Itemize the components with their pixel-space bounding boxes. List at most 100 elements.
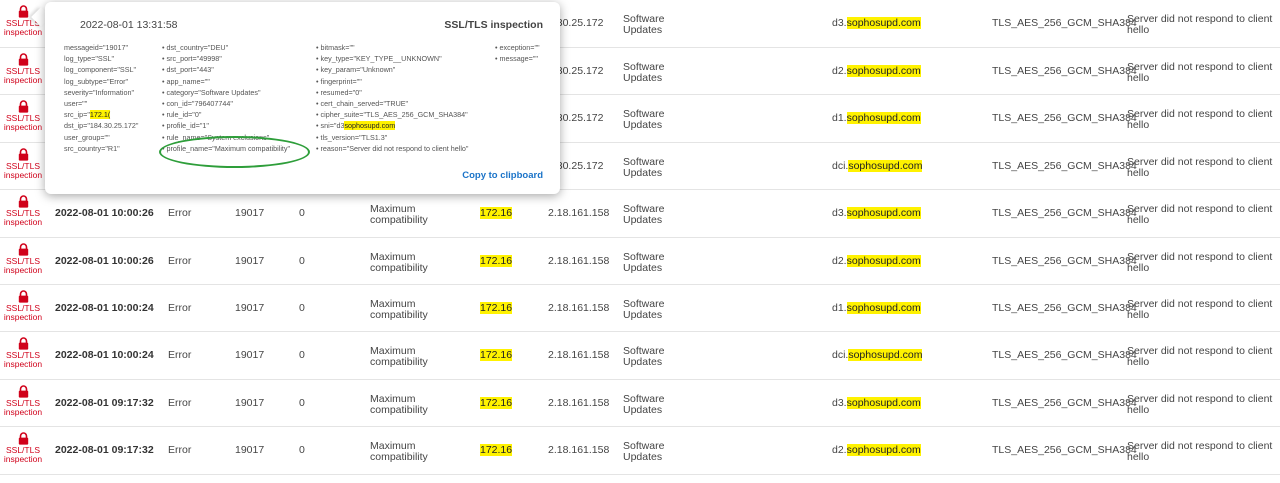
message-id-cell: 19017 [235, 301, 265, 314]
popup-field: dst_port="443" [162, 64, 290, 75]
popup-field-text: messageid="19017" [64, 43, 129, 52]
popup-field-text: app_name="" [166, 76, 210, 86]
log-type-cell: SSL/TLS inspection [0, 195, 46, 227]
time-cell: 2022-08-01 10:00:26 [55, 254, 154, 267]
sni-cell: d2.sophosupd.com [832, 444, 921, 457]
sni-domain: sophosupd.com [846, 207, 921, 220]
lock-icon [18, 290, 28, 303]
popup-title: SSL/TLS inspection [444, 19, 543, 31]
annotation-circle [159, 136, 310, 168]
sni-domain: sophosupd.com [848, 159, 923, 172]
table-row[interactable]: SSL/TLS inspection 2022-08-01 10:00:24 Erro… [0, 332, 1280, 380]
popup-field: sni="d3sophosupd.com [316, 120, 468, 131]
table-row[interactable]: SSL/TLS inspection 2022-08-01 09:17:32 Erro… [0, 380, 1280, 428]
log-type-sublabel: inspection [3, 75, 43, 85]
popup-field-text: fingerprint="" [320, 76, 362, 86]
popup-field-text: resumed="0" [320, 87, 362, 97]
lock-icon [18, 432, 28, 445]
source-ip-value: 172.16 [480, 396, 513, 409]
popup-column-3: bitmask="" key_type="KEY_TYPE__UNKNOWN"ke… [316, 42, 469, 154]
source-ip-cell: 172.16 [480, 207, 513, 220]
source-ip-cell: 172.16 [480, 301, 513, 314]
popup-field: reason="Server did not respond to client… [316, 143, 469, 154]
popup-field: dst_ip="184.30.25.172" [64, 120, 138, 131]
popup-field-text: log_type="SSL" [64, 54, 115, 64]
table-row[interactable]: SSL/TLS inspection 2022-08-01 09:17:32 Erro… [0, 427, 1280, 475]
log-type-cell: SSL/TLS inspection [0, 53, 46, 85]
popup-field: rule_id="0" [162, 109, 290, 120]
lock-icon [18, 100, 28, 113]
cipher-cell: TLS_AES_256_GCM_SHA384 [992, 301, 1137, 314]
log-type-cell: SSL/TLS inspection [0, 385, 46, 417]
sni-domain: sophosupd.com [846, 396, 921, 409]
rule-id-cell: 0 [299, 207, 305, 220]
popup-field-text: tls_version="TLS1.3" [320, 132, 388, 142]
reason-cell: Server did not respond to client hello [1127, 13, 1273, 36]
table-row[interactable]: SSL/TLS inspection 2022-08-01 10:00:24 Erro… [0, 285, 1280, 333]
log-type-sublabel: inspection [3, 406, 43, 417]
popup-field-text: key_type="KEY_TYPE__UNKNOWN" [320, 54, 442, 64]
popup-field: fingerprint="" [316, 76, 468, 87]
time-cell: 2022-08-01 09:17:32 [55, 444, 154, 457]
category-cell: Software Updates [623, 108, 665, 132]
copy-to-clipboard-button[interactable]: Copy to clipboard [462, 170, 543, 181]
popup-field-text: user="" [64, 99, 88, 109]
popup-field-text: severity="Information" [64, 87, 135, 97]
popup-field-text: category="Software Updates" [166, 87, 261, 97]
popup-column-4: exception="" message="" [495, 42, 540, 64]
category-cell: Software Updates [623, 155, 665, 179]
log-type-sublabel: inspection [3, 217, 43, 228]
category-cell: Software Updates [623, 345, 665, 369]
popup-field-text: exception="" [499, 43, 540, 52]
popup-field-text: rule_id="0" [166, 110, 202, 120]
log-type-sublabel: inspection [3, 264, 43, 275]
category-cell: Software Updates [623, 250, 665, 274]
message-id-cell: 19017 [235, 396, 265, 409]
popup-field: src_port="49998" [162, 53, 290, 64]
popup-field: severity="Information" [64, 87, 138, 98]
popup-field-text: log_component="SSL" [64, 65, 137, 75]
cipher-cell: TLS_AES_256_GCM_SHA384 [992, 254, 1137, 267]
time-cell: 2022-08-01 10:00:26 [55, 207, 154, 220]
source-ip-value: 172.16 [480, 254, 513, 267]
lock-icon [18, 195, 28, 208]
cipher-cell: TLS_AES_256_GCM_SHA384 [992, 207, 1137, 220]
rule-id-cell: 0 [299, 254, 305, 267]
sni-domain: sophosupd.com [846, 444, 921, 457]
table-row[interactable]: SSL/TLS inspection 2022-08-01 10:00:26 Erro… [0, 190, 1280, 238]
popup-field-text: sni="d3 [320, 121, 345, 131]
sni-prefix: d3. [832, 396, 847, 409]
sni-cell: d3.sophosupd.com [832, 17, 921, 29]
popup-field-text: user_group="" [64, 132, 110, 142]
popup-field-text: message="" [499, 54, 538, 64]
severity-cell: Error [168, 444, 192, 457]
severity-cell: Error [168, 349, 192, 362]
sni-cell: d2.sophosupd.com [832, 65, 921, 77]
destination-ip-cell: 2.18.161.158 [548, 444, 610, 457]
popup-field-text: src_port="49998" [166, 54, 222, 64]
rule-id-cell: 0 [299, 444, 305, 457]
reason-cell: Server did not respond to client hello [1127, 61, 1273, 84]
sni-domain: sophosupd.com [846, 65, 921, 77]
profile-cell: Maximum compatibility [370, 203, 428, 227]
sni-prefix: d3. [832, 207, 847, 220]
popup-field-text: cipher_suite="TLS_AES_256_GCM_SHA384" [320, 110, 468, 120]
severity-cell: Error [168, 207, 192, 220]
rule-id-cell: 0 [299, 349, 305, 362]
category-cell: Software Updates [623, 203, 665, 227]
log-type-cell: SSL/TLS inspection [0, 242, 46, 275]
table-row[interactable]: SSL/TLS inspection 2022-08-01 10:00:26 Erro… [0, 238, 1280, 285]
popup-field-text: reason="Server did not respond to client… [320, 143, 469, 153]
popup-field-text: bitmask="" [320, 43, 355, 52]
popup-field: user_group="" [64, 132, 138, 143]
log-type-sublabel: inspection [3, 122, 43, 133]
category-cell: Software Updates [623, 392, 665, 416]
lock-icon [18, 242, 28, 256]
log-detail-popup: 2022-08-01 13:31:58 SSL/TLS inspection m… [45, 2, 560, 194]
reason-cell: Server did not respond to client hello [1127, 203, 1273, 227]
message-id-cell: 19017 [235, 349, 265, 362]
sni-domain: sophosupd.com [846, 17, 921, 29]
source-ip-value: 172.16 [480, 349, 513, 362]
lock-icon [18, 337, 28, 350]
rule-id-cell: 0 [299, 396, 305, 409]
